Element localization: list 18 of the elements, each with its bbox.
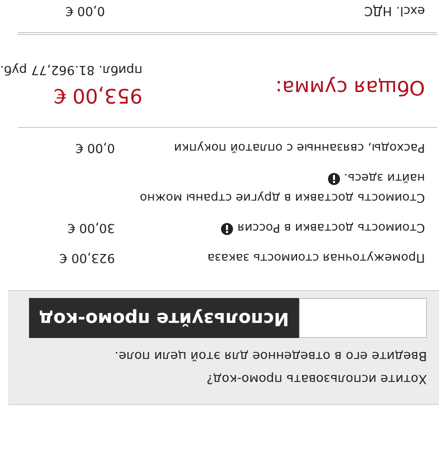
cost-value: 923,00 € [59,250,115,268]
cost-value: 0,00 € [75,140,115,158]
tax-value: 0,00 € [65,3,105,20]
tax-label: excl. НДС [363,3,425,20]
promo-hint: Введите его в отведенное для этой цели поле. [114,348,427,366]
promo-code-field[interactable] [299,298,427,338]
approx-rub: прибл. 81.962,77 руб. [0,62,142,79]
promo-question: Хотите использовать промо-код? [206,371,427,388]
info-icon [221,223,234,235]
cost-label: Расходы, связанные с оплатой покупки [172,140,425,157]
use-promo-code-button[interactable]: Используйте промо-код [29,298,299,338]
info-icon [328,173,340,185]
cost-label: Стоимость доставки в Россия [125,218,425,238]
cost-label: Промежуточная стоимость заказа [206,250,425,267]
cost-label: Стоимость доставки в другие страны можно найти здесь. [138,170,425,207]
total-label: Общая сумма: [274,75,425,102]
total-value: 953,00 € [52,83,142,110]
cost-value: 30,00 € [67,220,115,238]
